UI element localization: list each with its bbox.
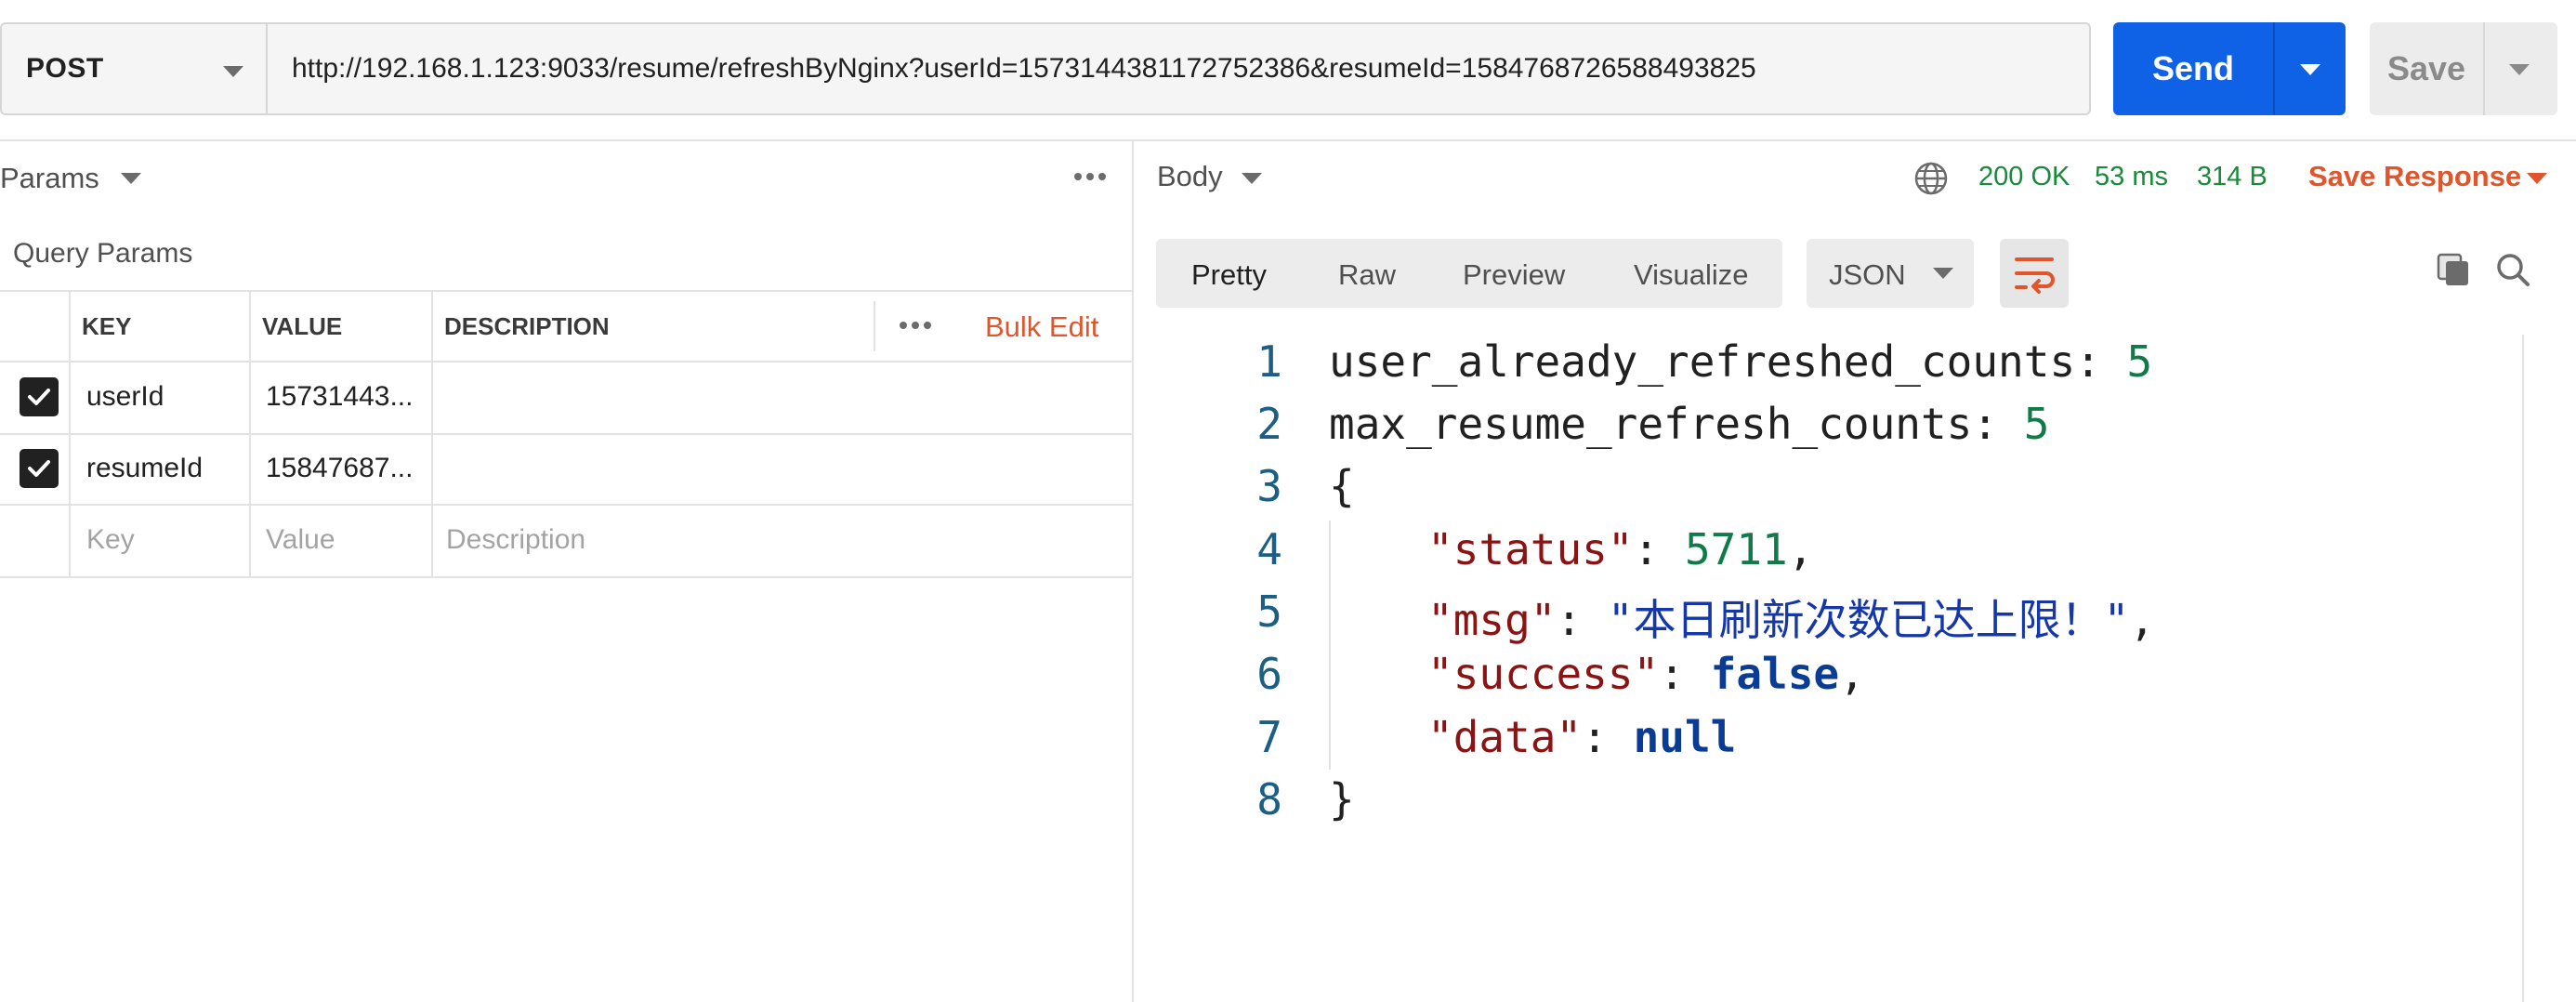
table-top-border bbox=[0, 290, 1132, 292]
save-options-button[interactable] bbox=[2485, 22, 2557, 115]
line-number: 4 bbox=[1256, 524, 1282, 574]
json-key: "msg" bbox=[1427, 595, 1557, 645]
params-caret-down-icon[interactable] bbox=[121, 173, 141, 184]
json-number: 5711 bbox=[1684, 524, 1788, 574]
params-title: Params bbox=[0, 162, 99, 194]
column-header-description: DESCRIPTION bbox=[444, 312, 610, 340]
scrollbar-track[interactable] bbox=[2522, 335, 2524, 1002]
line-number: 3 bbox=[1256, 461, 1282, 511]
json-key: "success" bbox=[1427, 649, 1660, 699]
tab-visualize[interactable]: Visualize bbox=[1634, 258, 1749, 292]
send-button[interactable]: Send bbox=[2113, 22, 2275, 115]
body-caret-down-icon[interactable] bbox=[1242, 173, 1262, 184]
table-more-icon[interactable] bbox=[900, 322, 931, 329]
new-description-input[interactable]: Description bbox=[446, 524, 585, 556]
save-button[interactable]: Save bbox=[2370, 22, 2485, 115]
json-key: "status" bbox=[1427, 524, 1634, 574]
format-label: JSON bbox=[1829, 258, 1906, 291]
url-input[interactable]: http://192.168.1.123:9033/resume/refresh… bbox=[266, 22, 2091, 115]
json-string: "本日刷新次数已达上限！" bbox=[1607, 595, 2130, 645]
json-boolean: false bbox=[1710, 649, 1840, 699]
code-line: } bbox=[1329, 774, 1355, 824]
json-null: null bbox=[1633, 712, 1737, 762]
line-number: 5 bbox=[1256, 587, 1282, 637]
wrap-lines-button[interactable] bbox=[2000, 239, 2069, 308]
panel-divider[interactable] bbox=[1132, 140, 1134, 1002]
url-text: http://192.168.1.123:9033/resume/refresh… bbox=[292, 53, 1756, 84]
code-brace: } bbox=[1329, 774, 1355, 824]
table-header-border bbox=[0, 361, 1132, 363]
new-value-input[interactable]: Value bbox=[266, 524, 335, 556]
response-body-title[interactable]: Body bbox=[1157, 160, 1223, 193]
save-response-button[interactable]: Save Response bbox=[2308, 160, 2521, 193]
code-line: user_already_refreshed_counts: 5 bbox=[1329, 336, 2152, 387]
method-select[interactable]: POST bbox=[0, 22, 268, 115]
status-code[interactable]: 200 OK bbox=[1978, 162, 2070, 192]
method-caret-down-icon bbox=[223, 66, 243, 77]
format-caret-down-icon bbox=[1933, 268, 1953, 279]
code-number: 5 bbox=[2126, 336, 2153, 387]
code-line: "success": false, bbox=[1427, 649, 1865, 699]
line-number: 6 bbox=[1256, 649, 1282, 699]
tab-preview[interactable]: Preview bbox=[1463, 258, 1565, 292]
line-number: 1 bbox=[1256, 336, 1282, 387]
table-bottom-border bbox=[0, 576, 1132, 578]
code-number: 5 bbox=[2023, 399, 2050, 449]
send-options-button[interactable] bbox=[2275, 22, 2346, 115]
checkbox-checked-icon[interactable] bbox=[20, 449, 59, 488]
format-select[interactable]: JSON bbox=[1807, 239, 1974, 308]
send-button-group[interactable]: Send bbox=[2113, 22, 2346, 115]
json-key: "data" bbox=[1427, 712, 1583, 762]
table-col-border bbox=[431, 290, 433, 576]
code-line: max_resume_refresh_counts: 5 bbox=[1329, 399, 2049, 449]
copy-icon[interactable] bbox=[2435, 251, 2472, 293]
wrap-lines-icon bbox=[2015, 257, 2055, 294]
params-more-icon[interactable] bbox=[1074, 173, 1106, 180]
toolbar-divider bbox=[0, 139, 2576, 141]
params-header[interactable]: Params bbox=[0, 158, 99, 199]
method-label: POST bbox=[26, 53, 104, 84]
line-number: 8 bbox=[1256, 774, 1282, 824]
param-value-cell[interactable]: 15847687... bbox=[266, 453, 413, 484]
code-brace: { bbox=[1329, 461, 1355, 511]
table-row-border bbox=[0, 433, 1132, 435]
checkbox-checked-icon[interactable] bbox=[20, 377, 59, 416]
send-caret-down-icon bbox=[2300, 64, 2320, 75]
query-params-label: Query Params bbox=[13, 238, 193, 269]
bulk-edit-button[interactable]: Bulk Edit bbox=[985, 310, 1098, 344]
column-header-value: VALUE bbox=[262, 312, 343, 340]
line-number: 2 bbox=[1256, 399, 1282, 449]
table-col-border bbox=[249, 290, 251, 576]
tab-raw[interactable]: Raw bbox=[1338, 258, 1396, 292]
search-icon[interactable] bbox=[2494, 251, 2531, 293]
indent-guide bbox=[1329, 521, 1331, 770]
table-row-border bbox=[0, 504, 1132, 506]
code-line: { bbox=[1329, 461, 1355, 511]
code-line: "data": null bbox=[1427, 712, 1737, 762]
response-size[interactable]: 314 B bbox=[2197, 162, 2267, 192]
save-caret-down-icon bbox=[2509, 64, 2530, 75]
save-button-group[interactable]: Save bbox=[2370, 22, 2557, 115]
tab-pretty[interactable]: Pretty bbox=[1191, 258, 1267, 292]
code-key: user_already_refreshed_counts: bbox=[1329, 336, 2127, 387]
param-value-cell[interactable]: 15731443... bbox=[266, 381, 413, 413]
code-key: max_resume_refresh_counts: bbox=[1329, 399, 2024, 449]
table-col-border bbox=[874, 301, 875, 351]
response-time[interactable]: 53 ms bbox=[2095, 162, 2168, 192]
param-key-cell[interactable]: userId bbox=[86, 381, 164, 413]
table-col-border bbox=[69, 290, 71, 576]
line-number: 7 bbox=[1256, 712, 1282, 762]
code-line: "msg": "本日刷新次数已达上限！", bbox=[1427, 595, 2155, 645]
save-response-caret-down-icon[interactable] bbox=[2527, 173, 2547, 184]
globe-icon[interactable] bbox=[1913, 161, 1949, 201]
column-header-key: KEY bbox=[82, 312, 132, 340]
param-key-cell[interactable]: resumeId bbox=[86, 453, 203, 484]
code-line: "status": 5711, bbox=[1427, 524, 1814, 574]
new-key-input[interactable]: Key bbox=[86, 524, 135, 556]
